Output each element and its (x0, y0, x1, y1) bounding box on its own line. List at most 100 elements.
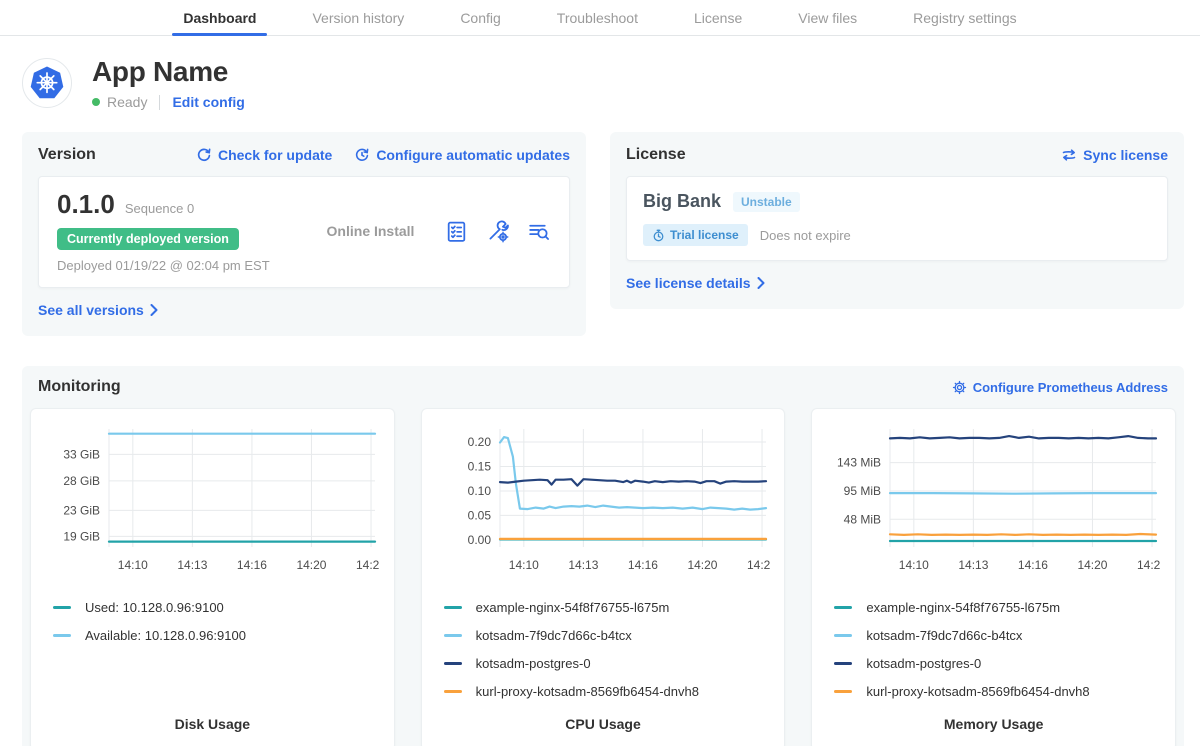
legend-label: kotsadm-7f9dc7d66c-b4tcx (476, 628, 632, 643)
svg-text:48 MiB: 48 MiB (844, 512, 881, 526)
legend-item: kurl-proxy-kotsadm-8569fb6454-dnvh8 (826, 677, 1161, 705)
legend-item: kurl-proxy-kotsadm-8569fb6454-dnvh8 (436, 677, 771, 705)
see-all-versions-link[interactable]: See all versions (38, 302, 158, 318)
check-for-update-button[interactable]: Check for update (196, 147, 332, 163)
legend-item: kotsadm-postgres-0 (436, 649, 771, 677)
status-text: Ready (107, 94, 147, 110)
license-detail-card: Big Bank Unstable Trial license Does not… (626, 176, 1168, 261)
legend-item: kotsadm-postgres-0 (826, 649, 1161, 677)
svg-text:14:16: 14:16 (237, 558, 267, 572)
version-title: Version (38, 146, 96, 164)
svg-text:14:10: 14:10 (508, 558, 538, 572)
legend-swatch (444, 606, 462, 609)
config-wrench-icon[interactable] (485, 219, 510, 244)
tab-registry-settings[interactable]: Registry settings (902, 0, 1027, 35)
legend-swatch (53, 634, 71, 637)
legend-label: kurl-proxy-kotsadm-8569fb6454-dnvh8 (476, 684, 699, 699)
deployed-badge: Currently deployed version (57, 228, 239, 250)
sync-icon (1061, 147, 1077, 163)
svg-text:28 GiB: 28 GiB (63, 474, 100, 488)
svg-text:95 MiB: 95 MiB (844, 484, 881, 498)
tab-view-files[interactable]: View files (787, 0, 868, 35)
chart-title: CPU Usage (436, 716, 771, 736)
channel-badge: Unstable (733, 192, 800, 212)
chart-legend: example-nginx-54f8f76755-l675m kotsadm-7f… (436, 593, 771, 705)
chevron-right-icon (150, 304, 158, 316)
svg-text:14:13: 14:13 (177, 558, 207, 572)
svg-text:14:13: 14:13 (959, 558, 989, 572)
legend-label: kotsadm-7f9dc7d66c-b4tcx (866, 628, 1022, 643)
status-dot (92, 98, 100, 106)
tab-troubleshoot[interactable]: Troubleshoot (546, 0, 649, 35)
current-version-card: 0.1.0 Sequence 0 Currently deployed vers… (38, 176, 570, 288)
svg-text:0.15: 0.15 (467, 459, 491, 473)
legend-swatch (834, 634, 852, 637)
version-sequence: Sequence 0 (125, 201, 194, 216)
version-number: 0.1.0 (57, 189, 115, 220)
chart-title: Memory Usage (826, 716, 1161, 736)
svg-text:33 GiB: 33 GiB (63, 447, 100, 461)
legend-label: kotsadm-postgres-0 (866, 656, 981, 671)
divider (159, 95, 160, 110)
gear-icon (952, 380, 967, 395)
legend-swatch (834, 662, 852, 665)
sync-license-button[interactable]: Sync license (1061, 147, 1168, 163)
svg-text:19 GiB: 19 GiB (63, 529, 100, 543)
configure-prometheus-button[interactable]: Configure Prometheus Address (952, 380, 1168, 395)
svg-text:0.20: 0.20 (467, 435, 491, 449)
svg-text:0.10: 0.10 (467, 484, 491, 498)
svg-text:14:20: 14:20 (687, 558, 717, 572)
cpu-usage-chart-card: 0.00 0.05 0.10 0.15 0.20 14:10 14:13 14:16 14:20… (421, 408, 786, 746)
legend-swatch (444, 634, 462, 637)
svg-text:23 GiB: 23 GiB (63, 503, 100, 517)
svg-text:0.05: 0.05 (467, 508, 491, 522)
svg-text:0.00: 0.00 (467, 533, 491, 547)
legend-swatch (834, 690, 852, 693)
legend-label: kurl-proxy-kotsadm-8569fb6454-dnvh8 (866, 684, 1089, 699)
svg-text:14:13: 14:13 (568, 558, 598, 572)
svg-text:14:23: 14:23 (356, 558, 379, 572)
memory-usage-chart-card: 48 MiB95 MiB143 MiB14:1014:1314:1614:201… (811, 408, 1176, 746)
install-type-label: Online Install (297, 223, 444, 239)
svg-text:14:20: 14:20 (1078, 558, 1108, 572)
license-type-badge: Trial license (643, 224, 748, 246)
svg-text:14:10: 14:10 (118, 558, 148, 572)
refresh-icon (196, 147, 212, 163)
chart-legend: Used: 10.128.0.96:9100Available: 10.128.… (45, 593, 380, 649)
legend-item: kotsadm-7f9dc7d66c-b4tcx (436, 621, 771, 649)
page-title: App Name (92, 56, 245, 88)
svg-text:14:23: 14:23 (1137, 558, 1160, 572)
legend-item: Used: 10.128.0.96:9100 (45, 593, 380, 621)
legend-label: kotsadm-postgres-0 (476, 656, 591, 671)
legend-item: example-nginx-54f8f76755-l675m (436, 593, 771, 621)
tab-version-history[interactable]: Version history (301, 0, 415, 35)
license-title: License (626, 146, 686, 164)
update-schedule-icon (354, 147, 370, 163)
app-header: App Name Ready Edit config (0, 36, 1200, 124)
version-card: Version Check for update Configure au (22, 132, 586, 336)
legend-item: kotsadm-7f9dc7d66c-b4tcx (826, 621, 1161, 649)
license-expiry: Does not expire (760, 228, 851, 243)
legend-item: example-nginx-54f8f76755-l675m (826, 593, 1161, 621)
view-logs-icon[interactable] (526, 219, 551, 244)
preflight-checks-icon[interactable] (444, 219, 469, 244)
chart-plot: 48 MiB95 MiB143 MiB14:1014:1314:1614:201… (826, 421, 1160, 579)
see-license-details-link[interactable]: See license details (626, 275, 765, 291)
edit-config-link[interactable]: Edit config (172, 94, 244, 110)
legend-label: Used: 10.128.0.96:9100 (85, 600, 224, 615)
svg-text:14:23: 14:23 (747, 558, 770, 572)
chart-legend: example-nginx-54f8f76755-l675m kotsadm-7f… (826, 593, 1161, 705)
license-card: License Sync license Big Bank Unstable (610, 132, 1184, 309)
chevron-right-icon (757, 277, 765, 289)
legend-label: example-nginx-54f8f76755-l675m (866, 600, 1060, 615)
legend-swatch (444, 662, 462, 665)
customer-name: Big Bank (643, 191, 721, 212)
configure-automatic-updates-button[interactable]: Configure automatic updates (354, 147, 570, 163)
deployed-timestamp: Deployed 01/19/22 @ 02:04 pm EST (57, 258, 297, 273)
svg-text:14:16: 14:16 (628, 558, 658, 572)
tab-config[interactable]: Config (449, 0, 511, 35)
svg-text:143 MiB: 143 MiB (837, 456, 881, 470)
top-nav: Dashboard Version history Config Troublesho… (0, 0, 1200, 36)
tab-dashboard[interactable]: Dashboard (172, 0, 267, 35)
tab-license[interactable]: License (683, 0, 753, 35)
